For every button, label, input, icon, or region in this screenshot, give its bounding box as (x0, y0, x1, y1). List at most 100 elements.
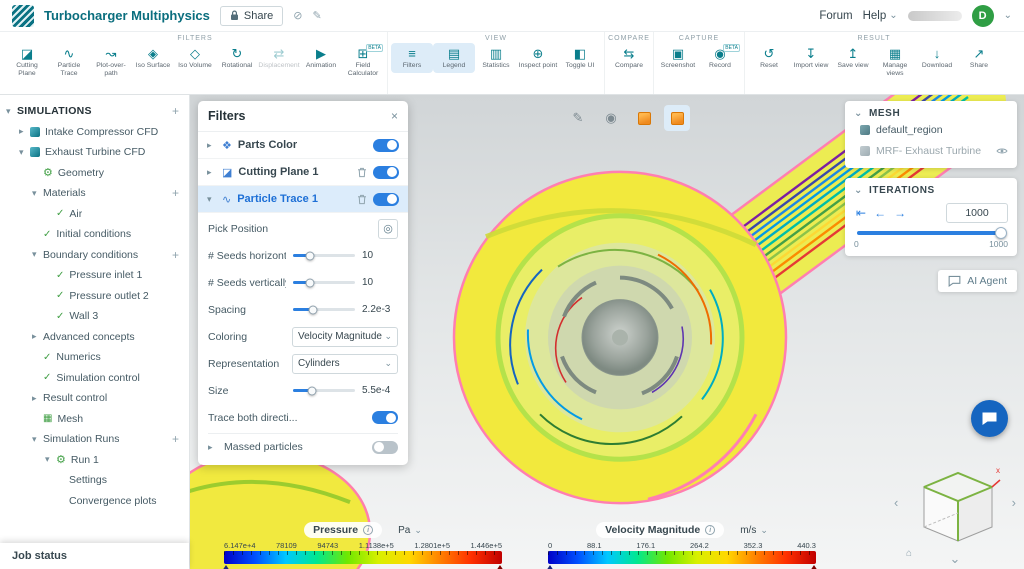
sidebar-item-exhaust-turbine-cfd[interactable]: ▾Exhaust Turbine CFD (0, 142, 189, 163)
ai-agent-button[interactable]: AI Agent (938, 270, 1017, 292)
visibility-toggle[interactable] (373, 139, 399, 152)
legend-field-chip[interactable]: Velocity Magnitudei (596, 522, 724, 538)
toolbar-button-displacement[interactable]: ⇄Displacement (258, 43, 300, 81)
expander-icon[interactable]: ▾ (32, 249, 43, 260)
expander-icon[interactable]: ▸ (32, 331, 43, 342)
add-button[interactable]: + (172, 248, 179, 262)
toolbar-button-legend[interactable]: ▤Legend (433, 43, 475, 73)
rotate-left-chevron[interactable]: ‹ (894, 495, 898, 510)
sidebar-item-air[interactable]: ✓Air (0, 204, 189, 225)
toggle-massed-particles[interactable] (372, 441, 398, 454)
sidebar-item-materials[interactable]: ▾Materials+ (0, 183, 189, 204)
expander-icon[interactable]: ▾ (6, 106, 17, 117)
sidebar-item-boundary-conditions[interactable]: ▾Boundary conditions+ (0, 245, 189, 266)
toolbar-button-import-view[interactable]: ↧Import view (790, 43, 832, 81)
support-chat-button[interactable] (971, 400, 1008, 437)
colormap-bar[interactable] (548, 551, 816, 564)
orientation-cube-icon[interactable]: x (910, 457, 1004, 553)
toolbar-button-inspect-point[interactable]: ⊕Inspect point (517, 43, 559, 73)
toolbar-button-share[interactable]: ↗Share (958, 43, 1000, 81)
iteration-slider[interactable] (857, 231, 1005, 235)
expander-icon[interactable]: ▾ (207, 194, 216, 205)
rotate-right-chevron[interactable]: › (1012, 495, 1016, 510)
expander-icon[interactable]: ▾ (32, 434, 43, 445)
add-button[interactable]: + (172, 104, 179, 118)
trash-icon[interactable] (357, 194, 367, 205)
iteration-slider-handle[interactable] (995, 227, 1007, 239)
toolbar-button-filters[interactable]: ≡Filters (391, 43, 433, 73)
dropdown-representation[interactable]: Cylinders⌄ (292, 354, 398, 374)
slider-seeds-vertically[interactable] (293, 281, 355, 284)
range-marker-max[interactable] (496, 565, 504, 569)
visibility-toggle[interactable] (373, 193, 399, 206)
sidebar-item-convergence-plots[interactable]: Convergence plots (0, 491, 189, 512)
slider-spacing[interactable] (293, 308, 355, 311)
filter-item-cutting-plane-1[interactable]: ▸◪Cutting Plane 1 (198, 159, 408, 186)
sidebar-item-intake-compressor-cfd[interactable]: ▸Intake Compressor CFD (0, 122, 189, 143)
toolbar-button-field-calculator[interactable]: BETA⊞Field Calculator (342, 43, 384, 81)
close-icon[interactable]: × (391, 109, 398, 123)
filter-item-parts-color[interactable]: ▸❖Parts Color (198, 132, 408, 159)
expander-icon[interactable]: ▸ (19, 126, 30, 137)
viewport-tool-probe-point[interactable]: ◉ (598, 105, 624, 131)
sidebar-item-advanced-concepts[interactable]: ▸Advanced concepts (0, 327, 189, 348)
slider-size[interactable] (293, 389, 355, 392)
sidebar-item-geometry[interactable]: ⚙Geometry (0, 163, 189, 184)
toolbar-button-manage-views[interactable]: ▦Manage views (874, 43, 916, 81)
toggle-trace-both-directi[interactable] (372, 411, 398, 424)
expander-icon[interactable]: ▾ (32, 188, 43, 199)
navigation-cube[interactable]: x ‹ › ⌄ ⌂ (894, 451, 1016, 567)
viewport-tool-mesh-view[interactable] (631, 105, 657, 131)
iterations-panel-header[interactable]: ⌄ ITERATIONS (854, 185, 1008, 196)
toolbar-button-statistics[interactable]: ▥Statistics (475, 43, 517, 73)
iteration-value-input[interactable]: 1000 (946, 203, 1008, 223)
range-marker-max[interactable] (810, 565, 818, 569)
legend-unit-select[interactable]: Pa⌄ (398, 525, 422, 536)
toolbar-button-compare[interactable]: ⇆Compare (608, 43, 650, 73)
expander-icon[interactable]: ▸ (207, 167, 216, 178)
next-iteration-button[interactable]: → (894, 206, 906, 220)
toolbar-button-plot-over-path[interactable]: ↝Plot-over-path (90, 43, 132, 81)
sidebar-item-mesh[interactable]: ▦Mesh (0, 409, 189, 430)
toolbar-button-reset[interactable]: ↺Reset (748, 43, 790, 81)
pick-position-button[interactable]: ◎ (378, 219, 398, 239)
expander-icon[interactable]: ▸ (207, 140, 216, 151)
sidebar-item-initial-conditions[interactable]: ✓Initial conditions (0, 224, 189, 245)
visibility-toggle[interactable] (373, 166, 399, 179)
expander-icon[interactable]: ▸ (208, 442, 217, 453)
legend-field-chip[interactable]: Pressurei (304, 522, 382, 538)
slider-handle[interactable] (306, 278, 315, 287)
colormap-bar[interactable] (224, 551, 502, 564)
rename-icon[interactable]: ✎ (312, 9, 321, 22)
expander-icon[interactable]: ▾ (45, 454, 56, 465)
sidebar-item-result-control[interactable]: ▸Result control (0, 388, 189, 409)
slider-handle[interactable] (307, 386, 316, 395)
add-button[interactable]: + (172, 432, 179, 446)
toolbar-button-particle-trace[interactable]: ∿Particle Trace (48, 43, 90, 81)
sidebar-item-pressure-outlet-2[interactable]: ✓Pressure outlet 2 (0, 286, 189, 307)
viewport-tool-edit-plane[interactable]: ✎ (565, 105, 591, 131)
mesh-item-default-region[interactable]: default_region (854, 119, 1008, 140)
home-view-icon[interactable]: ⌂ (906, 548, 912, 559)
filter-item-particle-trace-1[interactable]: ▾∿Particle Trace 1 (198, 186, 408, 213)
help-menu[interactable]: Help⌄ (863, 10, 898, 22)
info-icon[interactable]: i (363, 525, 373, 535)
viewport-3d[interactable]: ✎◉ Filters × ▸❖Parts Color▸◪Cutting Plan… (190, 95, 1024, 569)
toolbar-button-rotational[interactable]: ↻Rotational (216, 43, 258, 81)
toolbar-button-save-view[interactable]: ↥Save view (832, 43, 874, 81)
visibility-icon[interactable]: ⊘ (293, 9, 302, 22)
expander-icon[interactable]: ▸ (32, 393, 43, 404)
toolbar-button-cutting-plane[interactable]: ◪Cutting Plane (6, 43, 48, 81)
toolbar-button-screenshot[interactable]: ▣Screenshot (657, 43, 699, 73)
sidebar-item-run-1[interactable]: ▾⚙Run 1 (0, 450, 189, 471)
dropdown-coloring[interactable]: Velocity Magnitude⌄ (292, 327, 398, 347)
toolbar-button-iso-volume[interactable]: ◇Iso Volume (174, 43, 216, 81)
eye-icon[interactable] (996, 147, 1008, 155)
user-avatar[interactable]: D (972, 5, 994, 27)
slider-seeds-horizontally[interactable] (293, 254, 355, 257)
toolbar-button-record[interactable]: BETA◉Record (699, 43, 741, 73)
toolbar-button-iso-surface[interactable]: ◈Iso Surface (132, 43, 174, 81)
range-marker-min[interactable] (222, 565, 230, 569)
sidebar-item-pressure-inlet-1[interactable]: ✓Pressure inlet 1 (0, 265, 189, 286)
sidebar-item-simulations[interactable]: ▾SIMULATIONS+ (0, 101, 189, 122)
